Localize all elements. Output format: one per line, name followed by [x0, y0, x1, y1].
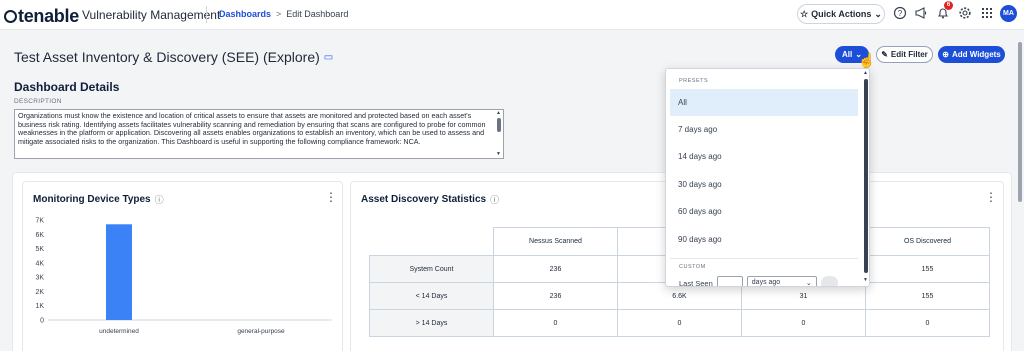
custom-unit-label: days ago	[751, 279, 781, 286]
custom-days-input[interactable]	[716, 276, 743, 286]
widget-title-text: Monitoring Device Types	[33, 194, 151, 205]
x-tick-label: undetermined	[99, 328, 139, 335]
table-cell: 155	[865, 255, 990, 283]
table-cell: 0	[741, 309, 866, 337]
table-cell: 236	[493, 282, 618, 310]
y-tick-label: 2K	[35, 289, 44, 296]
preset-90-days[interactable]: 90 days ago	[670, 226, 858, 253]
monitoring-device-types-chart: 7K 6K 5K 4K 3K 2K 1K 0 undetermined general-purpo…	[35, 218, 332, 335]
scroll-thumb[interactable]	[864, 79, 868, 273]
column-header: Nessus Scanned	[493, 227, 618, 256]
widget-menu-icon[interactable]: ⋮	[325, 190, 337, 204]
widget-title-text: Asset Discovery Statistics	[361, 194, 487, 205]
column-header: OS Discovered	[865, 227, 990, 256]
header-divider	[206, 6, 207, 23]
scroll-down-icon[interactable]: ▼	[863, 277, 868, 283]
page-scroll-thumb[interactable]	[1018, 42, 1022, 202]
info-icon[interactable]: ⓘ	[490, 193, 499, 206]
plus-circle-icon: ⊕	[942, 50, 949, 59]
scroll-thumb[interactable]	[497, 118, 501, 132]
custom-unit-select[interactable]: days ago ⌄	[746, 276, 817, 287]
preset-14-days[interactable]: 14 days ago	[670, 143, 858, 170]
row-header: < 14 Days	[369, 282, 494, 310]
chevron-down-icon: ⌄	[874, 8, 882, 19]
breadcrumb-current: Edit Dashboard	[286, 9, 349, 19]
user-avatar[interactable]: MA	[1000, 5, 1017, 22]
star-icon: ☆	[800, 8, 809, 19]
table-cell: 155	[865, 282, 990, 310]
y-tick-label: 7K	[35, 218, 44, 225]
gear-icon[interactable]	[957, 6, 972, 21]
y-tick-label: 1K	[35, 303, 44, 310]
brand-text: tenable	[18, 6, 79, 26]
tenable-logo[interactable]: tenable	[4, 6, 79, 27]
preset-7-days[interactable]: 7 days ago	[670, 116, 858, 143]
apps-grid-icon[interactable]	[979, 6, 994, 21]
y-tick-label: 4K	[35, 260, 44, 267]
breadcrumb-dashboards[interactable]: Dashboards	[219, 9, 271, 19]
svg-text:?: ?	[897, 9, 902, 18]
scroll-down-icon[interactable]: ▼	[496, 151, 501, 157]
logo-mark-icon	[4, 10, 17, 23]
row-header: > 14 Days	[369, 309, 494, 337]
preset-30-days[interactable]: 30 days ago	[670, 171, 858, 198]
table-cell: 0	[617, 309, 742, 337]
scroll-up-icon[interactable]: ▲	[496, 110, 501, 116]
description-label: DESCRIPTION	[14, 98, 62, 105]
y-tick-label: 5K	[35, 246, 44, 253]
date-filter-dropdown: PRESETS All 7 days ago 14 days ago 30 da…	[665, 68, 870, 287]
chevron-down-icon: ⌄	[805, 280, 812, 287]
help-icon[interactable]: ?	[892, 6, 907, 21]
apply-custom-button[interactable]	[820, 276, 838, 286]
breadcrumb-separator: >	[276, 9, 282, 19]
row-header: System Count	[369, 255, 494, 283]
date-filter-label: All	[842, 50, 853, 59]
quick-actions-label: Quick Actions	[811, 9, 872, 19]
scroll-up-icon[interactable]: ▲	[863, 70, 868, 76]
description-scrollbar[interactable]: ▲ ▼	[495, 110, 503, 158]
dropdown-scrollbar[interactable]: ▲ ▼	[862, 69, 869, 286]
table-cell: 0	[493, 309, 618, 337]
table-cell: 0	[865, 309, 990, 337]
page-title-text: Test Asset Inventory & Discovery (SEE) (…	[14, 49, 320, 65]
dashboard-details-heading: Dashboard Details	[14, 80, 120, 94]
add-widgets-label: Add Widgets	[951, 50, 1001, 59]
add-widgets-button[interactable]: ⊕ Add Widgets	[938, 46, 1005, 63]
open-external-icon[interactable]: ▭	[324, 52, 333, 63]
x-tick-label: general-purpose	[237, 328, 285, 335]
quick-actions-button[interactable]: ☆ Quick Actions ⌄	[797, 4, 885, 24]
custom-range-row: Last Seen days ago ⌄	[679, 276, 838, 287]
mouse-pointer-icon: ☝	[858, 52, 876, 68]
widget-title: Asset Discovery Statistics ⓘ	[361, 193, 499, 206]
breadcrumb: Dashboards > Edit Dashboard	[219, 9, 348, 19]
preset-all[interactable]: All	[670, 89, 858, 116]
preset-60-days[interactable]: 60 days ago	[670, 198, 858, 225]
product-name: Vulnerability Management	[82, 8, 221, 22]
table-row: > 14 Days 0 0 0 0	[369, 309, 990, 337]
notification-badge: 6	[944, 1, 953, 10]
widget-title: Monitoring Device Types ⓘ	[33, 193, 164, 206]
custom-prefix: Last Seen	[679, 278, 713, 287]
bar-undetermined[interactable]	[106, 224, 132, 320]
table-cell: 236	[493, 255, 618, 283]
info-icon[interactable]: ⓘ	[155, 193, 164, 206]
y-tick-label: 0	[40, 318, 44, 325]
top-bar: tenable Vulnerability Management Dashboa…	[0, 0, 1024, 30]
edit-filter-label: Edit Filter	[890, 50, 928, 59]
page-scrollbar[interactable]	[1016, 32, 1024, 351]
y-tick-label: 3K	[35, 275, 44, 282]
y-tick-label: 6K	[35, 232, 44, 239]
widget-menu-icon[interactable]: ⋮	[985, 190, 997, 204]
description-textarea[interactable]: Organizations must know the existence an…	[14, 109, 504, 159]
dropdown-divider	[670, 258, 858, 259]
edit-filter-button[interactable]: ✎ Edit Filter	[876, 46, 933, 63]
page-title: Test Asset Inventory & Discovery (SEE) (…	[14, 49, 333, 65]
table-corner	[370, 228, 494, 256]
pencil-icon: ✎	[881, 50, 888, 59]
presets-label: PRESETS	[679, 78, 709, 84]
custom-label: CUSTOM	[679, 264, 706, 270]
megaphone-icon[interactable]	[913, 6, 928, 21]
